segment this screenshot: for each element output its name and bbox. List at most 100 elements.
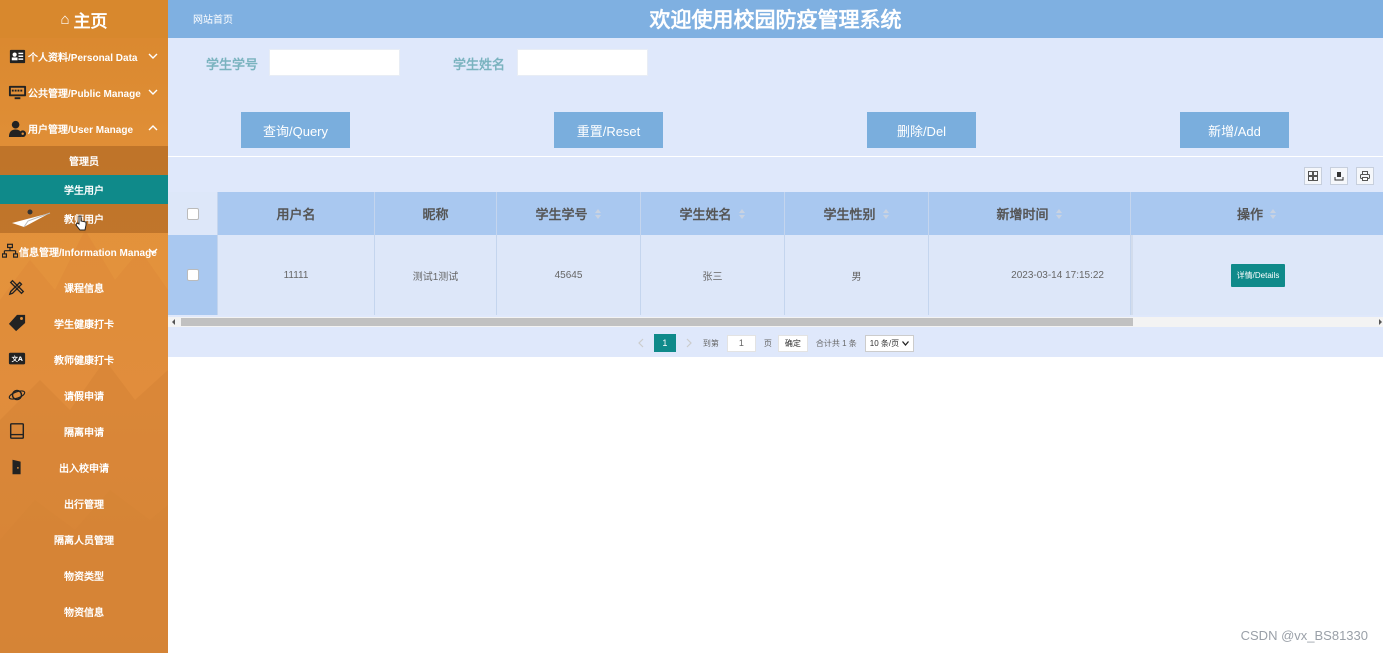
goto-confirm-button[interactable]: 确定 xyxy=(777,334,808,352)
select-all-checkbox[interactable] xyxy=(186,207,199,220)
column-created-label: 新增时间 xyxy=(996,207,1049,222)
export-icon xyxy=(1334,172,1344,181)
scroll-right-icon[interactable] xyxy=(1377,319,1383,325)
column-gender-label: 学生性别 xyxy=(823,207,876,222)
columns-toggle-button[interactable] xyxy=(1304,167,1322,185)
reset-button[interactable]: 重置/Reset xyxy=(554,112,663,148)
chevron-up-icon xyxy=(148,125,158,131)
pagination: 1 到第 1 页 确定 合计共 1 条 10 条/页 xyxy=(168,333,1383,353)
page-unit: 页 xyxy=(763,338,772,348)
print-button[interactable] xyxy=(1356,167,1374,185)
cell-created: 2023-03-14 17:15:22 xyxy=(929,235,1131,315)
submenu-student-user[interactable]: 学生用户 xyxy=(0,175,168,204)
page-size-value: 10 条/页 xyxy=(869,338,900,348)
chevron-down-icon xyxy=(148,248,158,254)
student-no-input[interactable] xyxy=(269,49,400,76)
page-size-select[interactable]: 10 条/页 xyxy=(864,334,915,352)
menu-information-manage[interactable]: 信息管理/Information Manage xyxy=(0,233,168,269)
cell-student-name: 张三 xyxy=(641,235,785,315)
row-checkbox[interactable] xyxy=(186,269,199,281)
chevron-down-icon xyxy=(148,53,158,59)
current-page[interactable]: 1 xyxy=(653,334,676,352)
cell-student-no: 45645 xyxy=(497,235,641,315)
add-button[interactable]: 新增/Add xyxy=(1180,112,1289,148)
submenu-teacher-user[interactable]: 教师用户 xyxy=(0,204,168,233)
menu-supply-type-label: 物资类型 xyxy=(64,571,104,583)
table-panel: 用户名 昵称 学生学号 学生姓名 学生性别 新增时间 操作 11111 测试1测… xyxy=(168,157,1383,357)
top-header: 网站首页 欢迎使用校园防疫管理系统 xyxy=(168,0,1383,38)
cell-gender: 男 xyxy=(785,235,929,315)
table-row[interactable]: 11111 测试1测试 45645 张三 男 2023-03-14 17:15:… xyxy=(168,235,1383,315)
sort-icon[interactable] xyxy=(738,208,746,219)
user-card-icon xyxy=(9,49,26,63)
column-header-student-no[interactable]: 学生学号 xyxy=(497,192,641,235)
column-header-action[interactable]: 操作 xyxy=(1131,192,1383,235)
table-header: 用户名 昵称 学生学号 学生姓名 学生性别 新增时间 操作 xyxy=(168,192,1383,235)
monitor-icon xyxy=(8,85,27,99)
menu-travel-manage[interactable]: 出行管理 xyxy=(0,485,168,521)
grid-icon xyxy=(1308,171,1318,181)
page-title: 欢迎使用校园防疫管理系统 xyxy=(649,9,902,32)
menu-campus-access[interactable]: 出入校申请 xyxy=(0,449,168,485)
sort-icon[interactable] xyxy=(1055,208,1063,219)
student-name-label: 学生姓名 xyxy=(453,57,506,72)
column-header-created[interactable]: 新增时间 xyxy=(929,192,1131,235)
planet-icon xyxy=(8,389,26,401)
menu-teacher-health[interactable]: 文A 教师健康打卡 xyxy=(0,341,168,377)
column-header-gender[interactable]: 学生性别 xyxy=(785,192,929,235)
cell-action: 详情/Details xyxy=(1131,235,1383,315)
prev-page-icon[interactable] xyxy=(637,338,645,348)
goto-page-input[interactable]: 1 xyxy=(726,334,756,352)
menu-user-manage[interactable]: 用户管理/User Manage xyxy=(0,110,168,146)
menu-isolation-request[interactable]: 隔离申请 xyxy=(0,413,168,449)
user-gear-icon xyxy=(8,120,27,137)
delete-button[interactable]: 删除/Del xyxy=(867,112,976,148)
submenu-student-user-label: 学生用户 xyxy=(64,186,104,197)
user-manage-submenu: 管理员 学生用户 教师用户 xyxy=(0,146,168,233)
submenu-admin-label: 管理员 xyxy=(69,157,99,168)
home-label: 主页 xyxy=(73,11,108,31)
scroll-left-icon[interactable] xyxy=(171,319,177,325)
home-icon: ⌂ xyxy=(60,10,70,28)
sort-icon[interactable] xyxy=(594,208,602,219)
sort-icon[interactable] xyxy=(1270,208,1277,219)
menu-supply-info[interactable]: 物资信息 xyxy=(0,593,168,629)
column-nickname-label: 昵称 xyxy=(422,207,449,222)
row-select-cell[interactable] xyxy=(168,235,218,315)
menu-isolated-people-label: 隔离人员管理 xyxy=(54,535,114,547)
print-icon xyxy=(1360,171,1370,181)
menu-public-manage[interactable]: 公共管理/Public Manage xyxy=(0,74,168,110)
menu-supply-info-label: 物资信息 xyxy=(64,607,104,619)
chevron-down-icon xyxy=(148,89,158,95)
next-page-icon[interactable] xyxy=(685,338,693,348)
menu-public-manage-label: 公共管理/Public Manage xyxy=(28,88,141,100)
menu-student-health[interactable]: 学生健康打卡 xyxy=(0,305,168,341)
column-header-student-name[interactable]: 学生姓名 xyxy=(641,192,785,235)
scrollbar-thumb[interactable] xyxy=(181,318,1133,326)
menu-supply-type[interactable]: 物资类型 xyxy=(0,557,168,593)
menu-isolated-people[interactable]: 隔离人员管理 xyxy=(0,521,168,557)
export-button[interactable] xyxy=(1330,167,1348,185)
column-header-nickname: 昵称 xyxy=(375,192,497,235)
menu-leave-request[interactable]: 请假申请 xyxy=(0,377,168,413)
chevron-down-icon xyxy=(902,340,910,346)
student-no-label: 学生学号 xyxy=(206,57,259,72)
paper-plane-icon xyxy=(12,209,51,228)
sort-icon[interactable] xyxy=(882,208,890,219)
menu-personal-data-label: 个人资料/Personal Data xyxy=(28,52,138,64)
sidebar: ⌂ 主页 个人资料/Personal Data 公共管理/Public Mana… xyxy=(0,0,168,653)
svg-text:文A: 文A xyxy=(12,354,23,363)
goto-label: 到第 xyxy=(702,338,719,348)
submenu-admin[interactable]: 管理员 xyxy=(0,146,168,175)
details-button[interactable]: 详情/Details xyxy=(1230,263,1286,287)
menu-information-manage-label: 信息管理/Information Manage xyxy=(19,247,157,259)
home-link[interactable]: ⌂ 主页 xyxy=(0,0,168,38)
column-student-name-label: 学生姓名 xyxy=(679,207,732,222)
student-name-input[interactable] xyxy=(517,49,648,76)
menu-personal-data[interactable]: 个人资料/Personal Data xyxy=(0,38,168,74)
menu-course-info[interactable]: 课程信息 xyxy=(0,269,168,305)
header-select-all[interactable] xyxy=(168,192,218,235)
query-button[interactable]: 查询/Query xyxy=(241,112,350,148)
total-count: 合计共 1 条 xyxy=(815,338,857,348)
watermark: CSDN @vx_BS81330 xyxy=(1240,628,1368,643)
